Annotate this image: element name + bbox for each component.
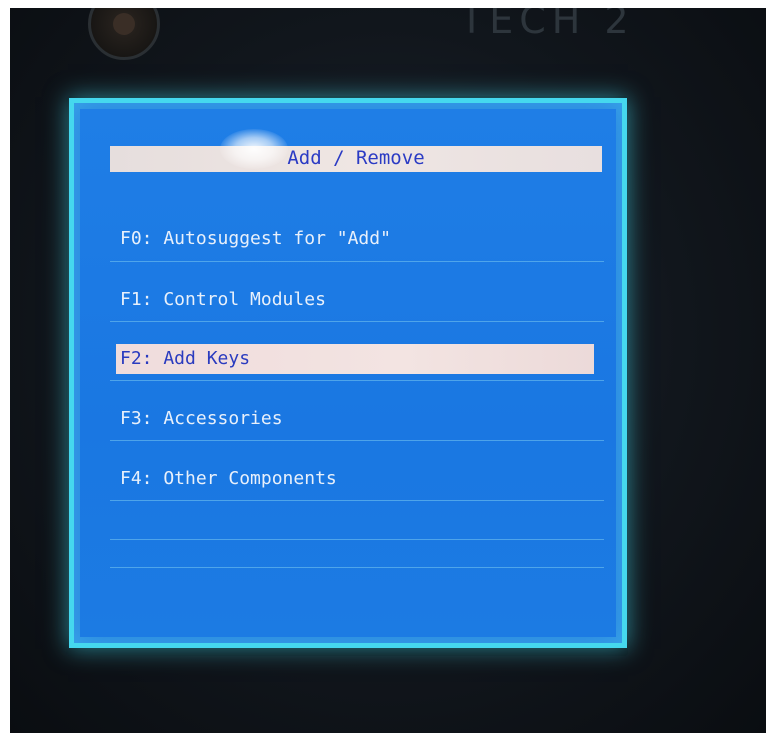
logo-emblem — [113, 13, 135, 35]
title-bar: Add / Remove — [110, 146, 602, 172]
menu-divider — [110, 539, 604, 540]
brand-text: TECH 2 — [460, 8, 635, 42]
menu-item-f0[interactable]: F0: Autosuggest for "Add" — [120, 224, 600, 254]
brand-logo-icon — [88, 8, 160, 60]
menu-divider — [110, 567, 604, 568]
menu-item-f1[interactable]: F1: Control Modules — [120, 285, 600, 315]
menu-item-f4[interactable]: F4: Other Components — [120, 464, 600, 494]
light-glare — [220, 129, 288, 169]
menu-divider — [110, 380, 604, 381]
menu-divider — [110, 500, 604, 501]
menu-divider — [110, 261, 604, 262]
scan-tool-device: TECH 2 Add / Remove F0: Autosuggest for … — [10, 8, 766, 733]
screen-area: Add / Remove F0: Autosuggest for "Add" F… — [80, 109, 616, 637]
lcd-screen: Add / Remove F0: Autosuggest for "Add" F… — [74, 103, 622, 643]
menu-item-f2[interactable]: F2: Add Keys — [116, 344, 594, 374]
screen-title: Add / Remove — [287, 147, 425, 169]
menu-divider — [110, 321, 604, 322]
menu-divider — [110, 440, 604, 441]
menu-item-f3[interactable]: F3: Accessories — [120, 404, 600, 434]
